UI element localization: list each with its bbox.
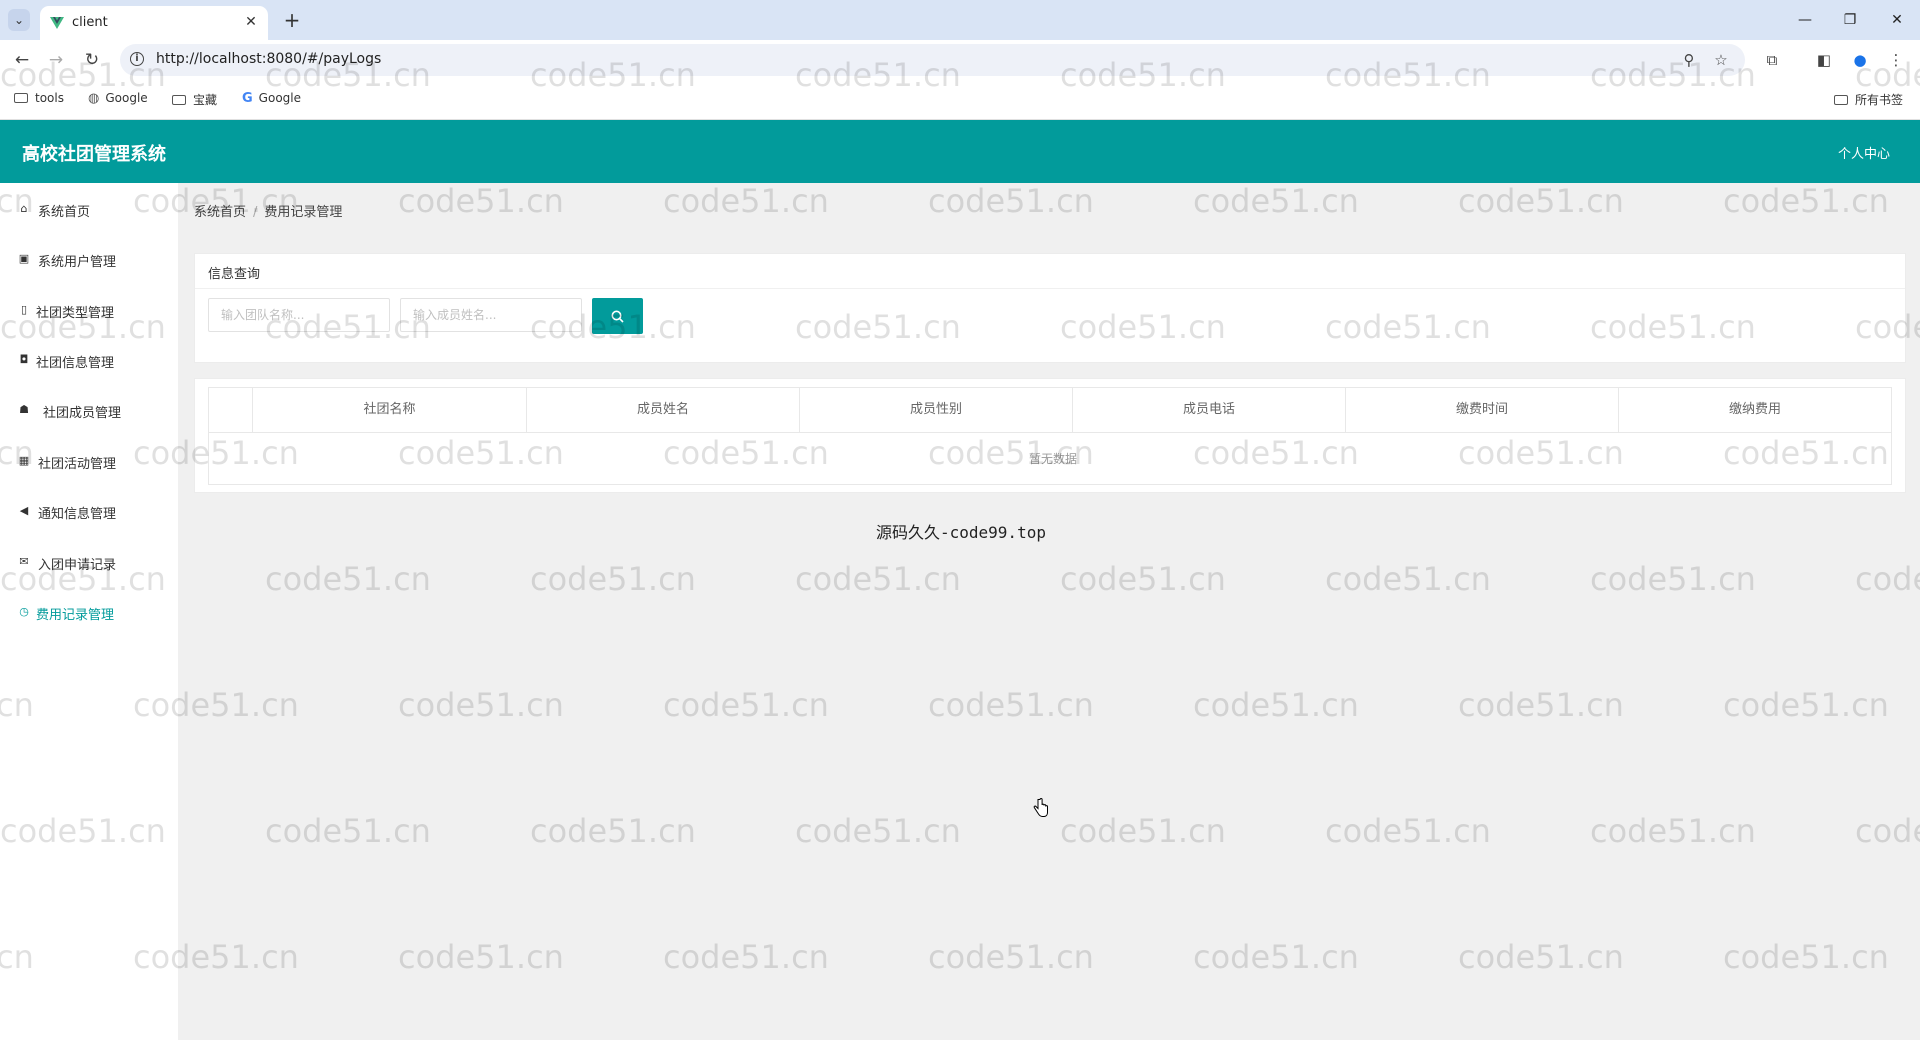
- home-icon: ⌂: [20, 202, 28, 215]
- table-header: 社团名称 成员姓名 成员性别 成员电话 缴费时间 缴纳费用: [209, 388, 1891, 433]
- sidebar-item-members[interactable]: ☗ 社团成员管理: [0, 390, 178, 430]
- data-table: 社团名称 成员姓名 成员性别 成员电话 缴费时间 缴纳费用 暂无数据: [208, 387, 1892, 485]
- sidebar-item-applications[interactable]: ✉ 入团申请记录: [0, 542, 178, 582]
- tab-title: client: [72, 15, 108, 30]
- book-icon: ▯: [20, 303, 28, 316]
- table-header-cell: 成员姓名: [526, 388, 799, 432]
- sidebar: ⌂ 系统首页 ▣ 系统用户管理 ▯ 社团类型管理 ◘ 社团信息管理 ☗ 社团成员…: [0, 183, 178, 1040]
- table-header-cell: 缴纳费用: [1618, 388, 1891, 432]
- bookmark-tools[interactable]: tools: [14, 91, 64, 109]
- table-header-cell: 社团名称: [252, 388, 526, 432]
- breadcrumb: 系统首页 / 费用记录管理: [194, 201, 342, 220]
- search-icon: [611, 310, 624, 323]
- forward-icon[interactable]: →: [44, 48, 68, 72]
- clock-icon: ◷: [19, 605, 29, 618]
- search-panel-title: 信息查询: [208, 267, 261, 282]
- back-icon[interactable]: ←: [10, 48, 34, 72]
- menu-icon[interactable]: ⋮: [1886, 50, 1906, 70]
- folder-icon: [14, 93, 28, 103]
- url-text[interactable]: http://localhost:8080/#/payLogs: [156, 51, 381, 67]
- zoom-icon[interactable]: ⚲: [1680, 51, 1698, 69]
- breadcrumb-current: 费用记录管理: [264, 205, 343, 220]
- table-panel: 社团名称 成员姓名 成员性别 成员电话 缴费时间 缴纳费用 暂无数据: [194, 378, 1906, 493]
- bookmarks-bar: tools ◍ Google 宝藏 G Google 所有书签: [0, 78, 1920, 120]
- table-header-cell: 成员性别: [799, 388, 1072, 432]
- megaphone-icon: ◀: [19, 504, 29, 517]
- restore-icon[interactable]: ❐: [1835, 8, 1865, 32]
- minimize-icon[interactable]: —: [1790, 8, 1820, 32]
- app-title: 高校社团管理系统: [22, 144, 166, 165]
- member-name-input[interactable]: [400, 298, 582, 332]
- main-content: 系统首页 / 费用记录管理 信息查询 社团名称 成员姓名 成员性别 成员电话 缴费时…: [178, 183, 1920, 1040]
- new-tab-button[interactable]: +: [281, 9, 303, 31]
- profile-icon[interactable]: ●: [1850, 50, 1870, 70]
- tab-close-icon[interactable]: ✕: [242, 13, 260, 31]
- user-card-icon: ▣: [18, 252, 30, 265]
- footer-text: 源码久久-code99.top: [876, 523, 1046, 542]
- vue-logo-icon: [50, 17, 64, 29]
- sidebar-item-users[interactable]: ▣ 系统用户管理: [0, 239, 178, 279]
- all-bookmarks[interactable]: 所有书签: [1834, 91, 1903, 109]
- extensions-icon[interactable]: ⧉: [1762, 50, 1782, 70]
- train-icon: ◘: [19, 353, 29, 366]
- browser-tab-bar: ⌄ client ✕ + — ❐ ✕: [0, 0, 1920, 40]
- bookmark-google[interactable]: ◍ Google: [88, 91, 148, 109]
- breadcrumb-separator: /: [253, 205, 258, 220]
- table-header-cell: 缴费时间: [1345, 388, 1618, 432]
- sidebar-item-payments[interactable]: ◷ 费用记录管理: [0, 592, 178, 632]
- search-panel-header: 信息查询: [195, 254, 1905, 289]
- window-close-icon[interactable]: ✕: [1882, 8, 1912, 32]
- app-header: 高校社团管理系统 个人中心: [0, 120, 1920, 183]
- search-button[interactable]: [592, 298, 643, 334]
- calendar-icon: ▦: [18, 454, 30, 467]
- site-info-icon[interactable]: i: [130, 52, 144, 66]
- bookmark-treasure[interactable]: 宝藏: [172, 91, 217, 109]
- sidebar-item-notices[interactable]: ◀ 通知信息管理: [0, 491, 178, 531]
- team-name-input[interactable]: [208, 298, 390, 332]
- side-panel-icon[interactable]: ◧: [1814, 50, 1834, 70]
- address-bar[interactable]: i http://localhost:8080/#/payLogs ⚲ ☆: [120, 44, 1745, 76]
- table-empty-text: 暂无数据: [1029, 452, 1078, 466]
- envelope-icon: ✉: [19, 555, 29, 568]
- table-header-cell: 成员电话: [1072, 388, 1345, 432]
- folder-icon: [1834, 95, 1848, 105]
- globe-icon: ◍: [88, 91, 100, 106]
- bookmark-star-icon[interactable]: ☆: [1712, 51, 1730, 69]
- tab-search-dropdown[interactable]: ⌄: [8, 9, 30, 31]
- group-icon: ☗: [19, 403, 29, 416]
- user-center-link[interactable]: 个人中心: [1838, 143, 1890, 162]
- hand-cursor-icon: [1033, 798, 1048, 817]
- reload-icon[interactable]: ↻: [80, 48, 104, 72]
- breadcrumb-home[interactable]: 系统首页: [194, 205, 246, 220]
- table-header-index: [209, 388, 252, 432]
- bookmark-google-2[interactable]: G Google: [242, 91, 301, 109]
- sidebar-item-home[interactable]: ⌂ 系统首页: [0, 189, 178, 229]
- sidebar-item-club-info[interactable]: ◘ 社团信息管理: [0, 340, 178, 380]
- browser-toolbar: ← → ↻ i http://localhost:8080/#/payLogs …: [0, 40, 1920, 78]
- search-panel: 信息查询: [194, 253, 1906, 363]
- sidebar-item-club-types[interactable]: ▯ 社团类型管理: [0, 290, 178, 330]
- browser-tab[interactable]: client ✕: [40, 6, 268, 40]
- folder-icon: [172, 95, 186, 105]
- google-icon: G: [242, 91, 253, 106]
- sidebar-item-activities[interactable]: ▦ 社团活动管理: [0, 441, 178, 481]
